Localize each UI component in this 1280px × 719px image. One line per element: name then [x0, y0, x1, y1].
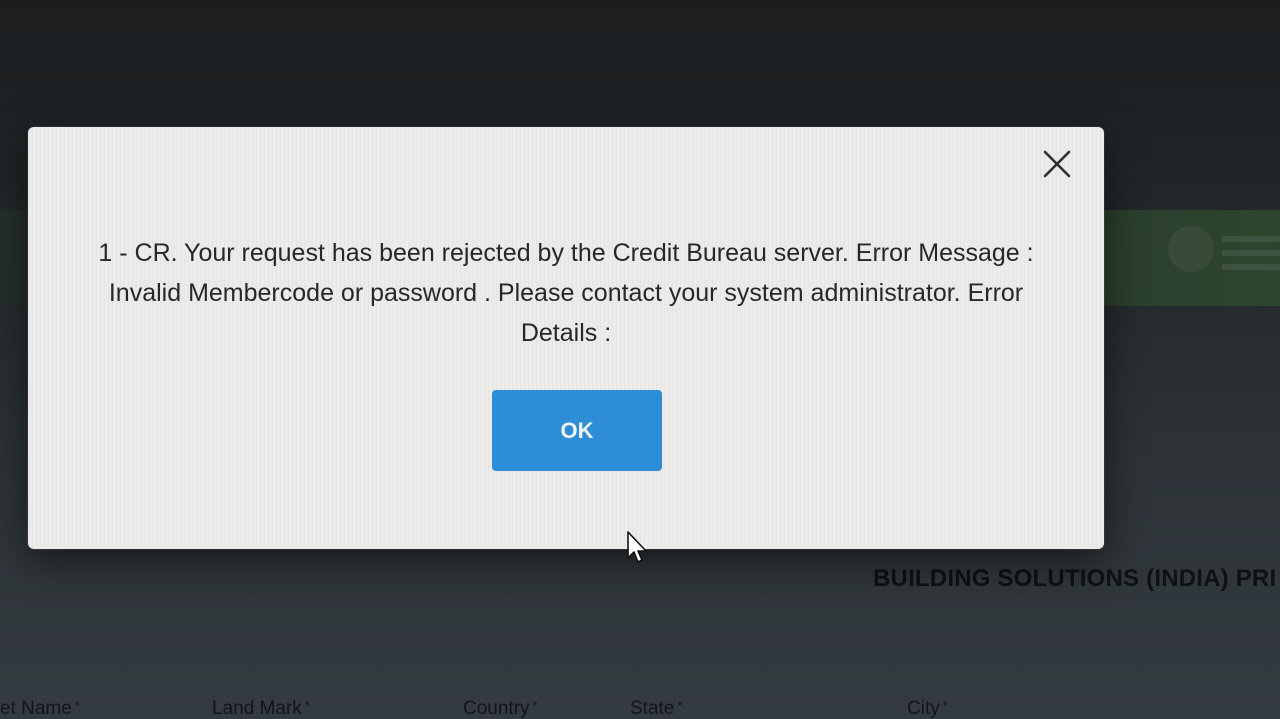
- error-message: 1 - CR. Your request has been rejected b…: [98, 239, 1034, 347]
- required-marker: *: [942, 698, 948, 713]
- company-name: BUILDING SOLUTIONS (INDIA) PRI: [873, 565, 1277, 592]
- street-name-label: et Name *: [0, 698, 80, 719]
- mouse-pointer-icon: [627, 531, 649, 565]
- country-label-text: Country: [463, 698, 530, 719]
- country-label: Country *: [463, 698, 538, 719]
- city-label: City *: [907, 698, 948, 719]
- background-side-icon: [1168, 226, 1214, 272]
- background-side-text: [1222, 236, 1280, 272]
- ok-button[interactable]: OK: [492, 390, 662, 471]
- street-name-label-text: et Name: [0, 698, 72, 719]
- state-label-text: State: [630, 698, 675, 719]
- close-icon: [1043, 150, 1071, 178]
- city-label-text: City: [907, 698, 940, 719]
- required-marker: *: [532, 698, 538, 713]
- required-marker: *: [74, 698, 80, 713]
- state-label: State *: [630, 698, 682, 719]
- close-button[interactable]: [1040, 147, 1074, 181]
- required-marker: *: [304, 698, 310, 713]
- error-dialog: 1 - CR. Your request has been rejected b…: [28, 127, 1104, 549]
- land-mark-label: Land Mark *: [212, 698, 310, 719]
- required-marker: *: [677, 698, 683, 713]
- screen: BUILDING SOLUTIONS (INDIA) PRI et Name * …: [0, 0, 1280, 719]
- land-mark-label-text: Land Mark: [212, 698, 302, 719]
